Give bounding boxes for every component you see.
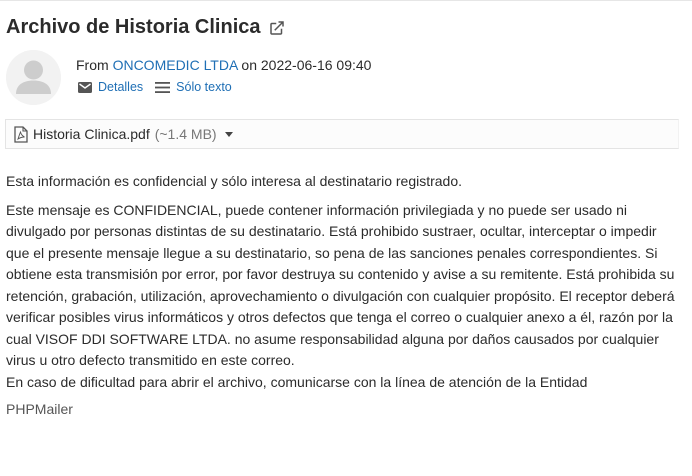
email-signature: PHPMailer <box>6 401 73 417</box>
email-subject: Archivo de Historia Clinica <box>6 16 286 39</box>
external-link-icon[interactable] <box>268 19 286 37</box>
body-paragraph-3: En caso de dificultad para abrir el arch… <box>6 373 588 390</box>
plaintext-button[interactable]: Sólo texto <box>155 80 232 94</box>
details-label: Detalles <box>98 80 144 94</box>
avatar-placeholder-icon <box>6 50 61 105</box>
plaintext-label: Sólo texto <box>176 80 232 94</box>
body-paragraph-1: Esta información es confidencial y sólo … <box>6 173 463 189</box>
message-actions: Detalles Sólo texto <box>78 80 232 94</box>
caret-down-icon[interactable] <box>224 131 233 137</box>
attachment-item[interactable]: Historia Clinica.pdf (~1.4 MB) <box>5 119 679 149</box>
body-paragraph-2: Este mensaje es CONFIDENCIAL, puede cont… <box>6 201 675 369</box>
pdf-file-icon <box>14 125 28 143</box>
sender-link[interactable]: ONCOMEDIC LTDA <box>113 57 238 73</box>
email-date: on 2022-06-16 09:40 <box>237 57 372 73</box>
subject-text: Archivo de Historia Clinica <box>6 16 261 38</box>
from-prefix: From <box>76 57 113 73</box>
attachment-filename: Historia Clinica.pdf <box>33 126 150 142</box>
menu-lines-icon <box>155 81 171 93</box>
avatar <box>6 50 61 105</box>
attachment-size: (~1.4 MB) <box>154 126 217 142</box>
details-button[interactable]: Detalles <box>78 80 143 94</box>
envelope-icon <box>78 81 92 93</box>
from-line: From ONCOMEDIC LTDA on 2022-06-16 09:40 <box>76 57 371 73</box>
top-divider <box>0 0 692 5</box>
email-body: Esta información es confidencial y sólo … <box>6 171 682 393</box>
